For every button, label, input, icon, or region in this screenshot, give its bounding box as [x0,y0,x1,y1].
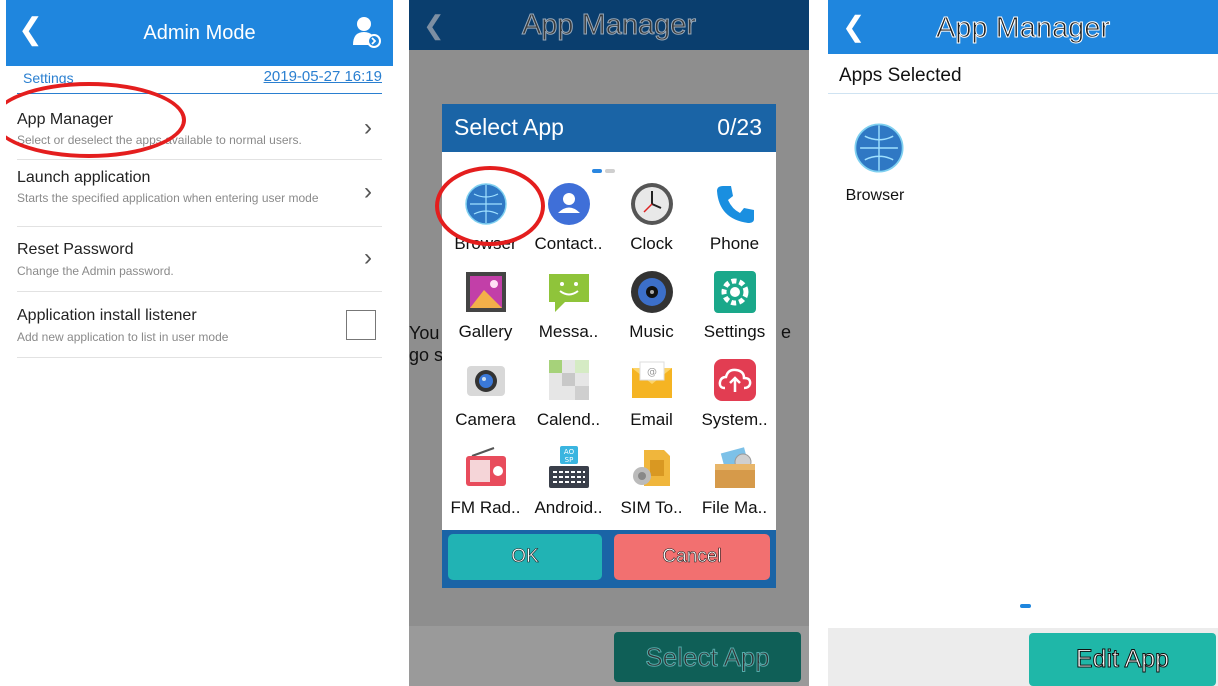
phone-icon [717,186,754,223]
admin-mode-header: ❮ Admin Mode [6,0,393,66]
select-app-button[interactable]: Select App [614,632,801,682]
app-label: Camera [455,410,516,429]
reset-password-row[interactable]: Reset Password Change the Admin password… [17,227,382,292]
app-label: Email [630,410,673,429]
app-item-camera[interactable]: Camera [444,352,527,440]
svg-text:SP: SP [565,456,574,464]
edit-app-button[interactable]: Edit App [1029,633,1216,686]
sim-icon [633,450,670,486]
chevron-right-icon: › [364,244,372,271]
app-label: Settings [703,322,766,341]
app-item-android-keyboard[interactable]: AO SP Android.. [527,440,610,528]
row-title: Launch application [17,169,151,186]
app-label: Phone [709,234,760,253]
clock-icon [631,183,673,225]
app-label: Android.. [534,498,603,517]
app-label: Gallery [458,322,513,341]
dialog-header: Select App 0/23 [442,104,776,152]
app-item-gallery[interactable]: Gallery [444,264,527,352]
app-item-clock[interactable]: Clock [610,176,693,264]
app-item-phone[interactable]: Phone [693,176,776,264]
contact-icon [548,183,590,225]
svg-text:@: @ [647,367,657,378]
highlight-circle [435,166,545,246]
app-label: Calend.. [536,410,601,429]
chevron-right-icon: › [364,114,372,141]
app-label: FM Rad.. [450,498,521,517]
page-title: App Manager [521,9,697,42]
dialog-title: Select App [454,114,564,140]
globe-icon [854,123,904,173]
section-title: Apps Selected [839,65,962,86]
file-manager-icon [715,447,755,488]
launch-application-row[interactable]: Launch application Starts the specified … [17,160,382,227]
datetime-link[interactable]: 2019-05-27 16:19 [264,68,382,85]
page-indicator [1020,604,1031,608]
app-item-email[interactable]: @ Email [610,352,693,440]
page-title: App Manager [935,12,1111,45]
install-listener-row: Application install listener Add new app… [17,292,382,358]
app-label: Music [629,322,674,341]
camera-icon [467,366,505,396]
row-subtitle: Starts the specified application when en… [17,191,319,205]
app-item-music[interactable]: Music [610,264,693,352]
app-manager-header: ❮ App Manager [409,0,809,50]
cloud-upload-icon [714,359,756,401]
selected-app-browser[interactable]: Browser [844,122,914,205]
app-item-fm-radio[interactable]: FM Rad.. [444,440,527,528]
message-icon [549,274,589,312]
app-label: Clock [630,234,673,253]
background-text-left: You go s [409,323,444,365]
section-header: Apps Selected [828,54,1218,94]
app-item-calendar[interactable]: Calend.. [527,352,610,440]
app-manager-header: ❮ App Manager [828,0,1218,54]
gallery-icon [466,272,506,312]
background-text: You go s [409,322,443,366]
page-title: Admin Mode [143,22,256,44]
page-dot-active [592,169,602,173]
selected-count: 0/23 [717,114,762,140]
app-label: Contact.. [534,234,603,253]
row-title: Reset Password [17,241,134,258]
page-dot [605,169,615,173]
app-label: Messa.. [538,322,599,341]
install-listener-checkbox[interactable] [346,310,376,340]
app-item-file-manager[interactable]: File Ma.. [693,440,776,528]
row-title: Application install listener [17,307,197,324]
apps-selected-screen: ❮ App Manager Apps Selected Browser Edit… [828,0,1218,686]
row-subtitle: Add new application to list in user mode [17,330,229,344]
app-item-messaging[interactable]: Messa.. [527,264,610,352]
app-item-settings[interactable]: Settings [693,264,776,352]
keyboard-icon: AO SP [549,446,589,488]
admin-mode-screen: ❮ Admin Mode Settings 2019-05-27 16:19 A… [6,0,393,686]
svg-text:AO: AO [564,448,575,456]
radio-icon [466,447,506,486]
gear-icon [714,271,756,313]
row-subtitle: Change the Admin password. [17,264,174,278]
app-label: File Ma.. [701,498,768,517]
ok-button[interactable]: OK [448,534,602,580]
app-label: SIM To.. [620,498,683,517]
admin-user-icon[interactable] [351,15,381,49]
app-item-sim-toolkit[interactable]: SIM To.. [610,440,693,528]
select-app-screen: ❮ App Manager You go s e Select App Sele… [409,0,809,686]
music-icon [631,271,673,313]
email-icon: @ [632,361,672,398]
cancel-button[interactable]: Cancel [614,534,770,580]
app-label: Browser [845,187,905,204]
chevron-right-icon: › [364,178,372,205]
app-label: System.. [701,410,768,429]
calendar-icon [549,360,589,400]
background-text-right: e [780,322,791,342]
app-item-system[interactable]: System.. [693,352,776,440]
dialog-footer: OK Cancel [442,530,776,588]
